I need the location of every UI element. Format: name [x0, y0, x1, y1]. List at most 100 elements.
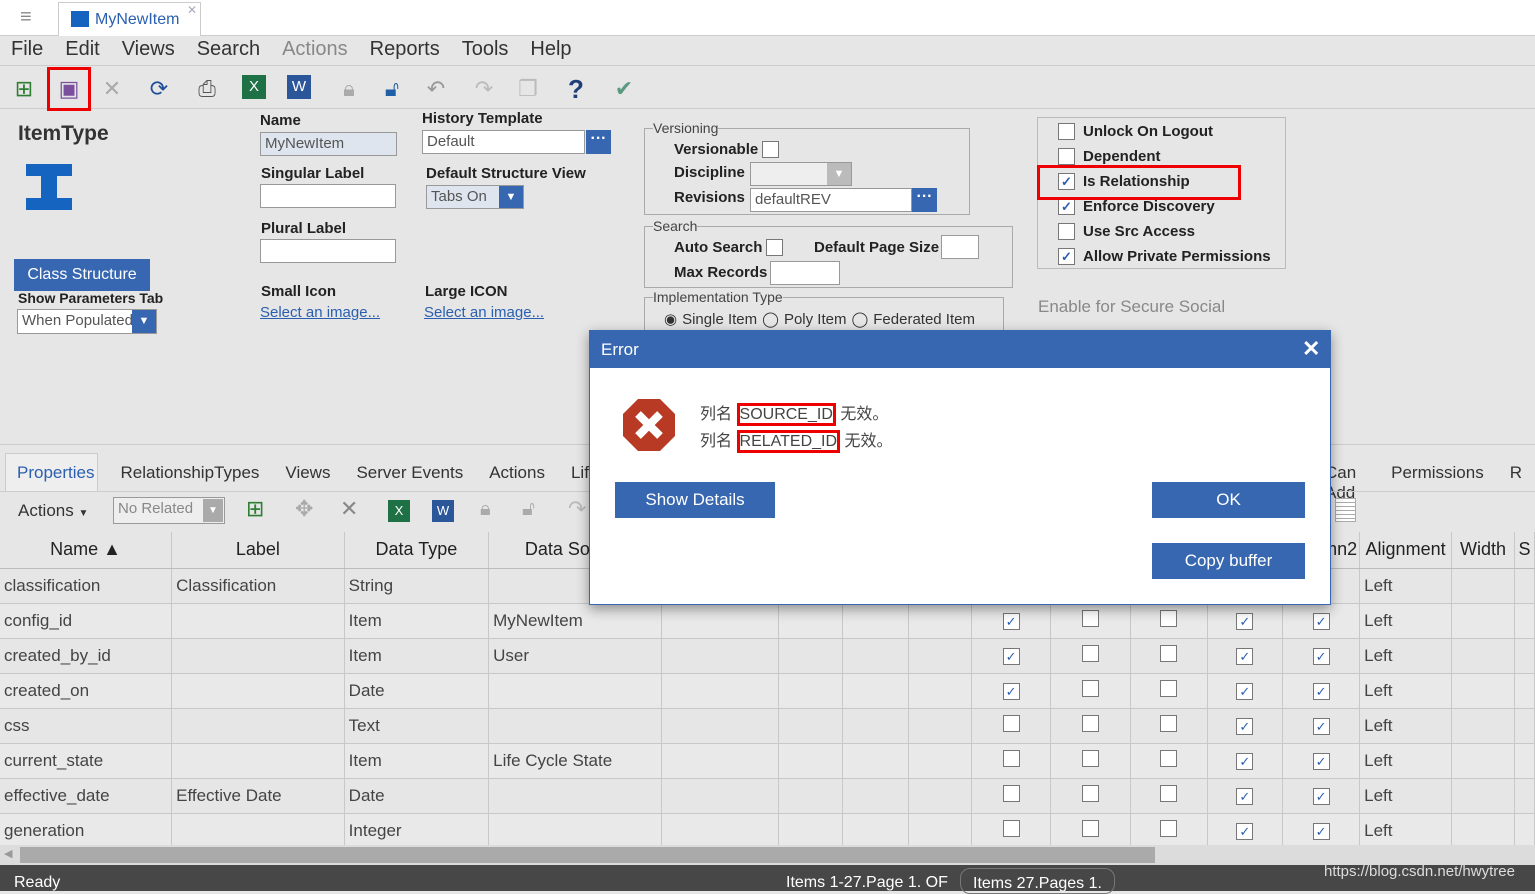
- name-input[interactable]: MyNewItem: [260, 132, 397, 156]
- option-enforce-discovery[interactable]: ✓ Enforce Discovery: [1058, 194, 1271, 219]
- chevron-down-icon[interactable]: ▼: [132, 310, 156, 333]
- cell-alignment[interactable]: Left: [1359, 778, 1453, 814]
- save-icon[interactable]: ▣: [47, 67, 91, 111]
- table-row[interactable]: generation Integer ✓ ✓ Left: [0, 813, 1535, 849]
- versionable-checkbox[interactable]: [762, 141, 779, 158]
- cell-alignment[interactable]: Left: [1359, 603, 1453, 639]
- cell-width[interactable]: [1451, 813, 1515, 849]
- column-header[interactable]: Name ▲: [0, 532, 173, 569]
- small-icon-select-link[interactable]: Select an image...: [260, 304, 380, 321]
- cell[interactable]: [908, 813, 972, 849]
- word-icon[interactable]: W: [287, 75, 311, 99]
- cell[interactable]: [1514, 813, 1535, 849]
- checkbox[interactable]: [1058, 123, 1075, 140]
- tab-properties[interactable]: Properties: [4, 463, 107, 483]
- ok-button[interactable]: OK: [1152, 482, 1305, 518]
- checkbox[interactable]: [1082, 749, 1100, 767]
- cell[interactable]: [1514, 708, 1535, 744]
- checkbox[interactable]: ✓: [1236, 612, 1254, 630]
- cell-data-source[interactable]: [488, 778, 662, 814]
- default-view-select[interactable]: Tabs On ▼: [426, 185, 524, 209]
- cell-alignment[interactable]: Left: [1359, 813, 1453, 849]
- checkbox[interactable]: [1002, 784, 1020, 802]
- cell-alignment[interactable]: Left: [1359, 673, 1453, 709]
- add-row-icon[interactable]: ⊞: [246, 496, 264, 522]
- cell-checkbox[interactable]: [1130, 743, 1208, 779]
- cell-data-type[interactable]: String: [344, 568, 490, 604]
- table-row[interactable]: effective_date Effective Date Date ✓ ✓ Left: [0, 778, 1535, 814]
- menu-edit[interactable]: Edit: [54, 36, 110, 65]
- checkbox[interactable]: [1160, 679, 1178, 697]
- menu-views[interactable]: Views: [111, 36, 186, 65]
- copy-buffer-button[interactable]: Copy buffer: [1152, 543, 1305, 579]
- singular-label-input[interactable]: [260, 184, 396, 208]
- option-use-src-access[interactable]: Use Src Access: [1058, 219, 1271, 244]
- checkbox[interactable]: ✓: [1236, 647, 1254, 665]
- actions-dropdown[interactable]: Actions ▼: [18, 501, 88, 521]
- menu-tools[interactable]: Tools: [451, 36, 520, 65]
- new-icon[interactable]: ⊞: [10, 75, 38, 103]
- cell[interactable]: [661, 603, 779, 639]
- cell[interactable]: [842, 603, 910, 639]
- show-params-select[interactable]: When Populated ▼: [17, 309, 157, 334]
- cell-checkbox[interactable]: ✓: [1282, 743, 1361, 779]
- cell-name[interactable]: current_state: [0, 743, 173, 779]
- cell[interactable]: [842, 638, 910, 674]
- menu-reports[interactable]: Reports: [359, 36, 451, 65]
- cell-checkbox[interactable]: ✓: [1207, 813, 1284, 849]
- no-related-select[interactable]: No Related ▼: [113, 497, 225, 524]
- cell-checkbox[interactable]: [1050, 603, 1131, 639]
- tab-actions[interactable]: Actions: [476, 463, 558, 483]
- checkbox[interactable]: [1058, 223, 1075, 240]
- checkbox[interactable]: [1160, 644, 1178, 662]
- radio-poly-item[interactable]: ◯: [762, 310, 779, 328]
- cell-checkbox[interactable]: [971, 778, 1052, 814]
- chevron-down-icon[interactable]: ▼: [827, 163, 851, 185]
- lock-icon[interactable]: 🔒︎: [335, 75, 363, 103]
- cell-label[interactable]: [171, 603, 345, 639]
- menu-help[interactable]: Help: [519, 36, 582, 65]
- checkbox[interactable]: [1082, 714, 1100, 732]
- cell-data-source[interactable]: [488, 708, 662, 744]
- cell-width[interactable]: [1451, 603, 1515, 639]
- cell[interactable]: [661, 673, 779, 709]
- promote-icon[interactable]: ↷: [470, 75, 498, 103]
- cell-checkbox[interactable]: ✓: [1282, 638, 1361, 674]
- checkbox[interactable]: ✓: [1312, 612, 1330, 630]
- cell-width[interactable]: [1451, 778, 1515, 814]
- cell-checkbox[interactable]: [1130, 813, 1208, 849]
- cell[interactable]: [842, 708, 910, 744]
- option-unlock-on-logout[interactable]: Unlock On Logout: [1058, 119, 1271, 144]
- menu-actions[interactable]: Actions: [271, 36, 359, 65]
- checkbox[interactable]: [1160, 784, 1178, 802]
- cell-checkbox[interactable]: [971, 743, 1052, 779]
- cell-data-type[interactable]: Date: [344, 673, 490, 709]
- cell-data-source[interactable]: [488, 673, 662, 709]
- checkbox[interactable]: ✓: [1312, 787, 1330, 805]
- checkbox[interactable]: ✓: [1236, 682, 1254, 700]
- cell-checkbox[interactable]: ✓: [1282, 708, 1361, 744]
- tab-relationship-types[interactable]: RelationshipTypes: [107, 463, 272, 483]
- checkbox[interactable]: [1160, 819, 1178, 837]
- cell-name[interactable]: classification: [0, 568, 173, 604]
- cell[interactable]: [778, 638, 843, 674]
- radio-single-item[interactable]: ◉: [664, 310, 677, 328]
- cell[interactable]: [908, 673, 972, 709]
- checkbox[interactable]: [1002, 819, 1020, 837]
- checkbox[interactable]: [1002, 714, 1020, 732]
- hamburger-icon[interactable]: ≡: [20, 6, 32, 29]
- checkbox[interactable]: ✓: [1312, 717, 1330, 735]
- cell-data-source[interactable]: MyNewItem: [488, 603, 662, 639]
- cell-checkbox[interactable]: ✓: [1207, 638, 1284, 674]
- cell-data-source[interactable]: [488, 813, 662, 849]
- radio-federated-item[interactable]: ◯: [851, 310, 868, 328]
- unlock-icon[interactable]: 🔓︎: [522, 498, 535, 521]
- chevron-down-icon[interactable]: ▼: [499, 186, 523, 208]
- cell[interactable]: [842, 813, 910, 849]
- print-icon[interactable]: ⎙: [193, 75, 221, 103]
- cell-checkbox[interactable]: [1050, 673, 1131, 709]
- cell[interactable]: [661, 708, 779, 744]
- cell-label[interactable]: [171, 813, 345, 849]
- cell-checkbox[interactable]: [1130, 603, 1208, 639]
- cell-checkbox[interactable]: [1130, 638, 1208, 674]
